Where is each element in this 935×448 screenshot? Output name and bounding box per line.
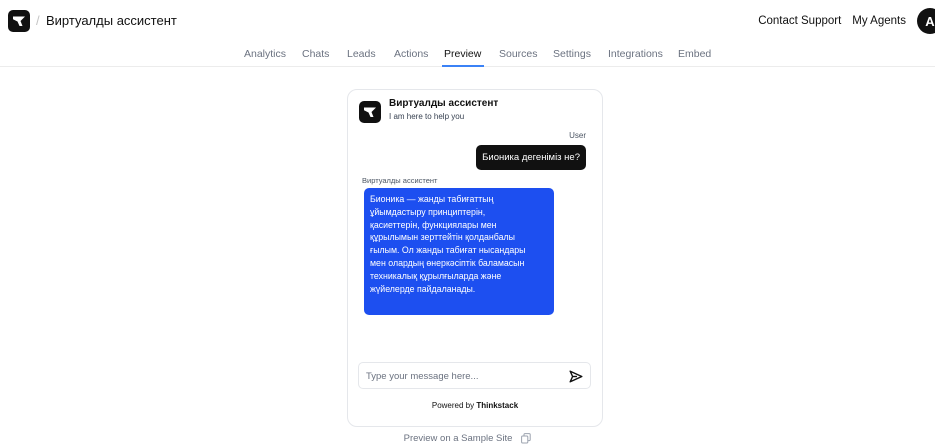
bot-message-line: жүйелерде пайдаланады.	[370, 283, 476, 294]
top-right-nav: Contact Support My Agents A	[758, 8, 935, 34]
tab-settings[interactable]: Settings	[553, 48, 591, 60]
chat-widget: Виртуалды ассистент I am here to help yo…	[347, 89, 603, 427]
chat-subtitle: I am here to help you	[389, 112, 465, 121]
bot-message-line: мен олардың өнеркәсіптік баламасын	[370, 257, 525, 268]
powered-by-brand[interactable]: Thinkstack	[476, 401, 518, 410]
top-bar: / Виртуалды ассистент Contact Support My…	[0, 0, 935, 42]
tab-actions[interactable]: Actions	[394, 48, 428, 60]
send-icon	[569, 370, 583, 382]
tab-sources[interactable]: Sources	[499, 48, 538, 60]
bot-message-line: құрылымын зерттейтін қолданбалы	[370, 232, 515, 243]
tab-chats[interactable]: Chats	[302, 48, 329, 60]
bot-message-line: ұйымдастыру принциптерін,	[370, 206, 486, 217]
breadcrumb-separator: /	[36, 13, 40, 28]
tab-bar: Analytics Chats Leads Actions Preview So…	[0, 42, 935, 67]
active-tab-indicator	[442, 65, 484, 67]
bot-message-line: ғылым. Ол жанды табиғат нысандары	[370, 245, 526, 256]
powered-by-text: Powered by	[431, 401, 475, 410]
assistant-logo-icon	[359, 101, 381, 123]
contact-support-link[interactable]: Contact Support	[758, 15, 841, 27]
tab-integrations[interactable]: Integrations	[608, 48, 663, 60]
tab-preview[interactable]: Preview	[444, 48, 481, 60]
bot-label: Виртуалды ассистент	[362, 176, 438, 185]
bot-message-line: техникалық құрылғыларда және	[370, 270, 502, 281]
agent-name: Виртуалды ассистент	[46, 13, 177, 28]
avatar[interactable]: A	[917, 8, 935, 34]
preview-sample-site-link[interactable]: Preview on a Sample Site	[0, 433, 935, 444]
user-message-bubble: Бионика дегеніміз не?	[476, 145, 586, 170]
message-input-box	[358, 362, 591, 389]
tab-analytics[interactable]: Analytics	[244, 48, 286, 60]
preview-sample-site-label: Preview on a Sample Site	[403, 433, 513, 444]
chat-title: Виртуалды ассистент	[389, 98, 499, 109]
thinkstack-logo-icon[interactable]	[8, 10, 30, 32]
bot-message-line: қасиеттерін, функциялары мен	[370, 219, 497, 230]
my-agents-link[interactable]: My Agents	[852, 15, 906, 27]
tab-embed[interactable]: Embed	[678, 48, 711, 60]
bot-message-bubble: Бионика — жанды табиғаттың ұйымдастыру п…	[364, 188, 554, 315]
user-label: User	[569, 131, 586, 140]
powered-by: Powered by Thinkstack	[348, 401, 602, 410]
bot-message-line: Бионика — жанды табиғаттың	[370, 194, 494, 204]
send-button[interactable]	[568, 368, 584, 384]
message-input[interactable]	[366, 368, 556, 384]
tab-leads[interactable]: Leads	[347, 48, 376, 60]
copy-icon[interactable]	[521, 433, 532, 444]
